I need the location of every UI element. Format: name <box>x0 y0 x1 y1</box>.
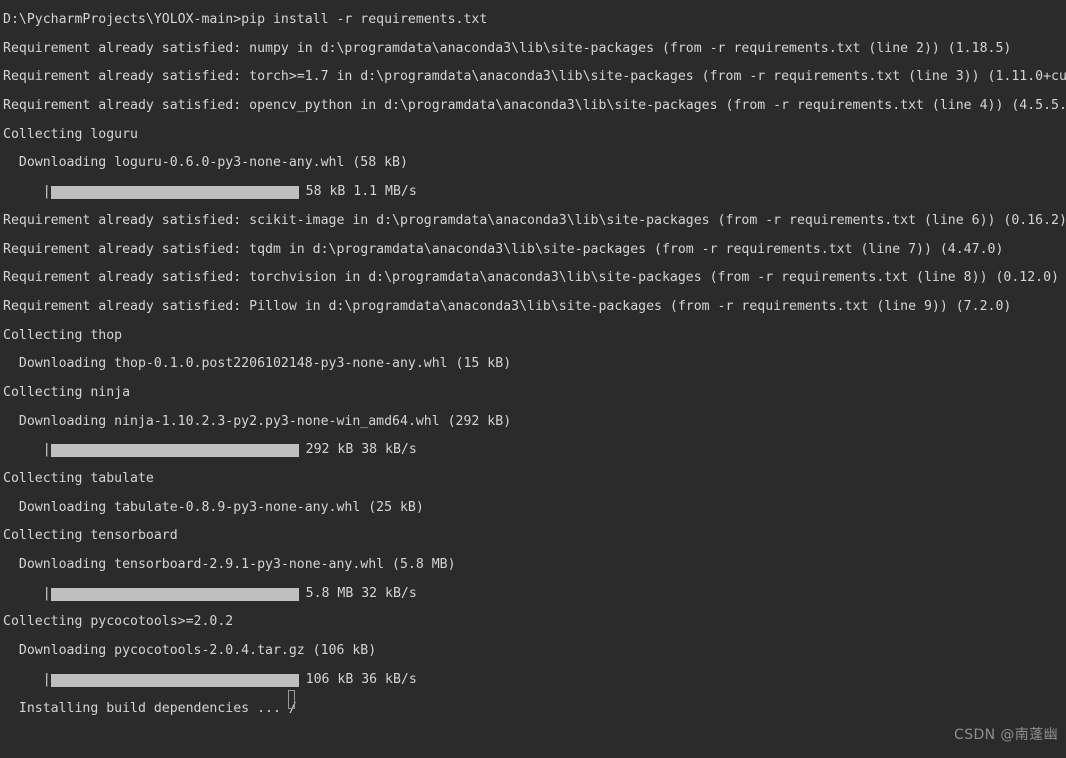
console-line: Requirement already satisfied: numpy in … <box>3 40 1012 56</box>
console-line: Requirement already satisfied: torch>=1.… <box>3 69 1066 85</box>
console-line: Collecting thop <box>3 327 123 343</box>
console-line: Requirement already satisfied: scikit-im… <box>3 212 1066 228</box>
download-progress-row: | 292 kB 38 kB/s <box>3 436 1066 465</box>
console-line: Collecting loguru <box>3 126 138 142</box>
download-progress-row: | 5.8 MB 32 kB/s <box>3 580 1066 609</box>
console-line: Downloading pycocotools-2.0.4.tar.gz (10… <box>3 643 377 659</box>
progress-stats-label: 58 kB 1.1 MB/s <box>305 184 417 200</box>
console-line: Downloading tabulate-0.8.9-py3-none-any.… <box>3 499 424 515</box>
console-line: Requirement already satisfied: Pillow in… <box>3 298 1012 314</box>
terminal-window[interactable]: D:\PycharmProjects\YOLOX-main>pip instal… <box>0 0 1066 758</box>
download-progress-row: | 106 kB 36 kB/s <box>3 666 1066 695</box>
installing-build-dependencies-row: Installing build dependencies ... / <box>3 689 1066 724</box>
progress-bar-fill <box>50 444 299 458</box>
progress-bar-bracket: | <box>42 671 51 687</box>
download-progress-row: | 58 kB 1.1 MB/s <box>3 178 1066 207</box>
console-line: Downloading ninja-1.10.2.3-py2.py3-none-… <box>3 413 512 429</box>
console-line: Collecting tabulate <box>3 471 154 486</box>
console-line: Downloading tensorboard-2.9.1-py3-none-a… <box>3 557 456 573</box>
console-line: Downloading thop-0.1.0.post2206102148-py… <box>3 356 512 372</box>
progress-bar-bracket: | <box>42 442 51 458</box>
console-line-text: Installing build dependencies ... <box>3 700 289 716</box>
command-prompt-line: D:\PycharmProjects\YOLOX-main>pip instal… <box>3 12 488 27</box>
console-line: Requirement already satisfied: tqdm in d… <box>3 241 1004 257</box>
progress-stats-label: 292 kB 38 kB/s <box>305 442 417 458</box>
progress-bar-fill <box>50 587 299 601</box>
console-line: Requirement already satisfied: torchvisi… <box>3 270 1059 286</box>
console-line: Collecting pycocotools>=2.0.2 <box>3 614 234 630</box>
progress-indent <box>3 580 43 609</box>
progress-bar-bracket: | <box>42 184 51 200</box>
progress-bar-fill <box>50 673 299 687</box>
console-line: Collecting tensorboard <box>3 528 178 544</box>
console-line: Requirement already satisfied: opencv_py… <box>3 98 1066 114</box>
csdn-watermark: CSDN @南蓬幽 <box>954 727 1058 744</box>
console-line: Downloading loguru-0.6.0-py3-none-any.wh… <box>3 155 408 171</box>
progress-indent <box>3 178 43 207</box>
progress-bar-bracket: | <box>42 585 51 601</box>
progress-stats-label: 106 kB 36 kB/s <box>305 671 417 687</box>
spinner-glyph: / <box>288 700 297 716</box>
progress-indent <box>3 436 43 465</box>
progress-indent <box>3 666 43 695</box>
progress-stats-label: 5.8 MB 32 kB/s <box>305 585 417 601</box>
console-line: Collecting ninja <box>3 384 131 400</box>
progress-bar-fill <box>50 185 299 199</box>
console-output: D:\PycharmProjects\YOLOX-main>pip instal… <box>3 6 1066 723</box>
spinner-cursor: / <box>287 689 297 724</box>
